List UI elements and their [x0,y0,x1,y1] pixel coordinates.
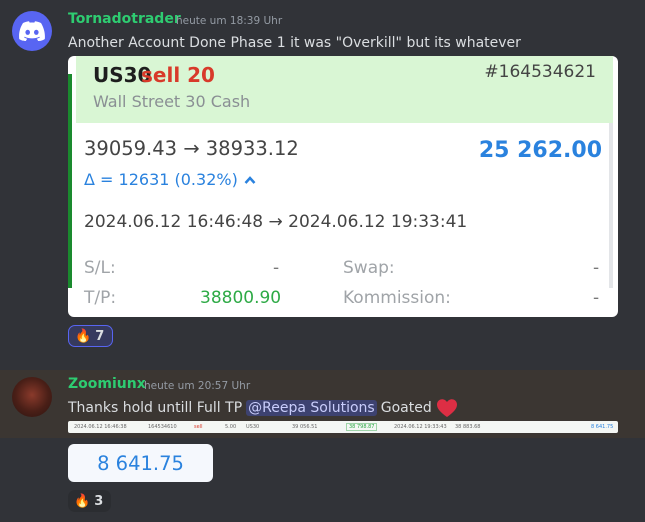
strip-profit: 8 641.75 [591,424,614,430]
user-avatar[interactable] [12,377,52,417]
message-text-part: Goated [380,400,432,416]
swap-label: Swap: [343,258,395,278]
instrument-name: Wall Street 30 Cash [93,92,251,111]
date-range: 2024.06.12 16:46:48 → 2024.06.12 19:33:4… [84,212,468,232]
delta-row: Δ = 12631 (0.32%) [84,170,256,189]
trade-side: sell 20 [141,63,215,87]
profit-value: 25 262.00 [478,138,602,163]
fire-reaction-button[interactable]: 🔥 7 [68,325,113,347]
message-text: Another Account Done Phase 1 it was "Ove… [68,35,521,51]
swap-value: - [593,258,600,278]
timestamp: heute um 20:57 Uhr [144,380,251,392]
order-id: #164534621 [484,62,596,82]
author-name[interactable]: Tornadotrader [68,11,181,27]
strip-close-price: 38 883.68 [455,424,481,430]
tp-value: 38800.90 [200,288,282,308]
heart-icon [436,399,457,417]
strip-open-time: 2024.06.12 16:46:38 [74,424,127,430]
fire-reaction-button[interactable]: 🔥 3 [68,490,111,512]
message-text: Thanks hold untill Full TP @Reepa Soluti… [68,398,458,418]
reaction-count: 3 [94,493,104,509]
card-accent-bar [68,74,72,288]
sl-value: - [273,258,280,278]
reaction-count: 7 [95,328,105,344]
kommission-value: - [593,288,600,308]
delta-text: Δ = 12631 (0.32%) [84,170,238,189]
chevron-up-icon [244,175,256,184]
strip-close-time: 2024.06.12 19:33:43 [394,424,447,430]
strip-symbol: US30 [246,424,260,430]
strip-side: sell [194,424,203,430]
sl-label: S/L: [84,258,116,278]
discord-avatar[interactable] [12,11,52,51]
strip-volume: 5.00 [225,424,237,430]
profit-bubble: 8 641.75 [68,444,213,482]
profit-bubble-value: 8 641.75 [97,451,184,475]
message-text-part: Thanks hold untill Full TP [68,400,243,416]
user-mention[interactable]: @Reepa Solutions [246,400,377,416]
kommission-label: Kommission: [343,288,451,308]
fire-icon: 🔥 [75,328,92,344]
discord-logo-icon [19,21,45,41]
strip-order: 164534610 [148,424,177,430]
price-range: 39059.43 → 38933.12 [84,137,299,160]
author-name[interactable]: Zoomiunx [68,376,146,392]
strip-open-price: 39 056.51 [292,424,318,430]
timestamp: heute um 18:39 Uhr [176,15,283,27]
tp-label: T/P: [84,288,117,308]
trade-history-strip: 2024.06.12 16:46:38 164534610 sell 5.00 … [68,421,618,433]
fire-icon: 🔥 [74,493,91,509]
card-header: US30 sell 20 #164534621 Wall Street 30 C… [76,56,613,123]
strip-tp: 38 798.87 [346,423,378,431]
trade-card: US30 sell 20 #164534621 Wall Street 30 C… [68,56,618,317]
